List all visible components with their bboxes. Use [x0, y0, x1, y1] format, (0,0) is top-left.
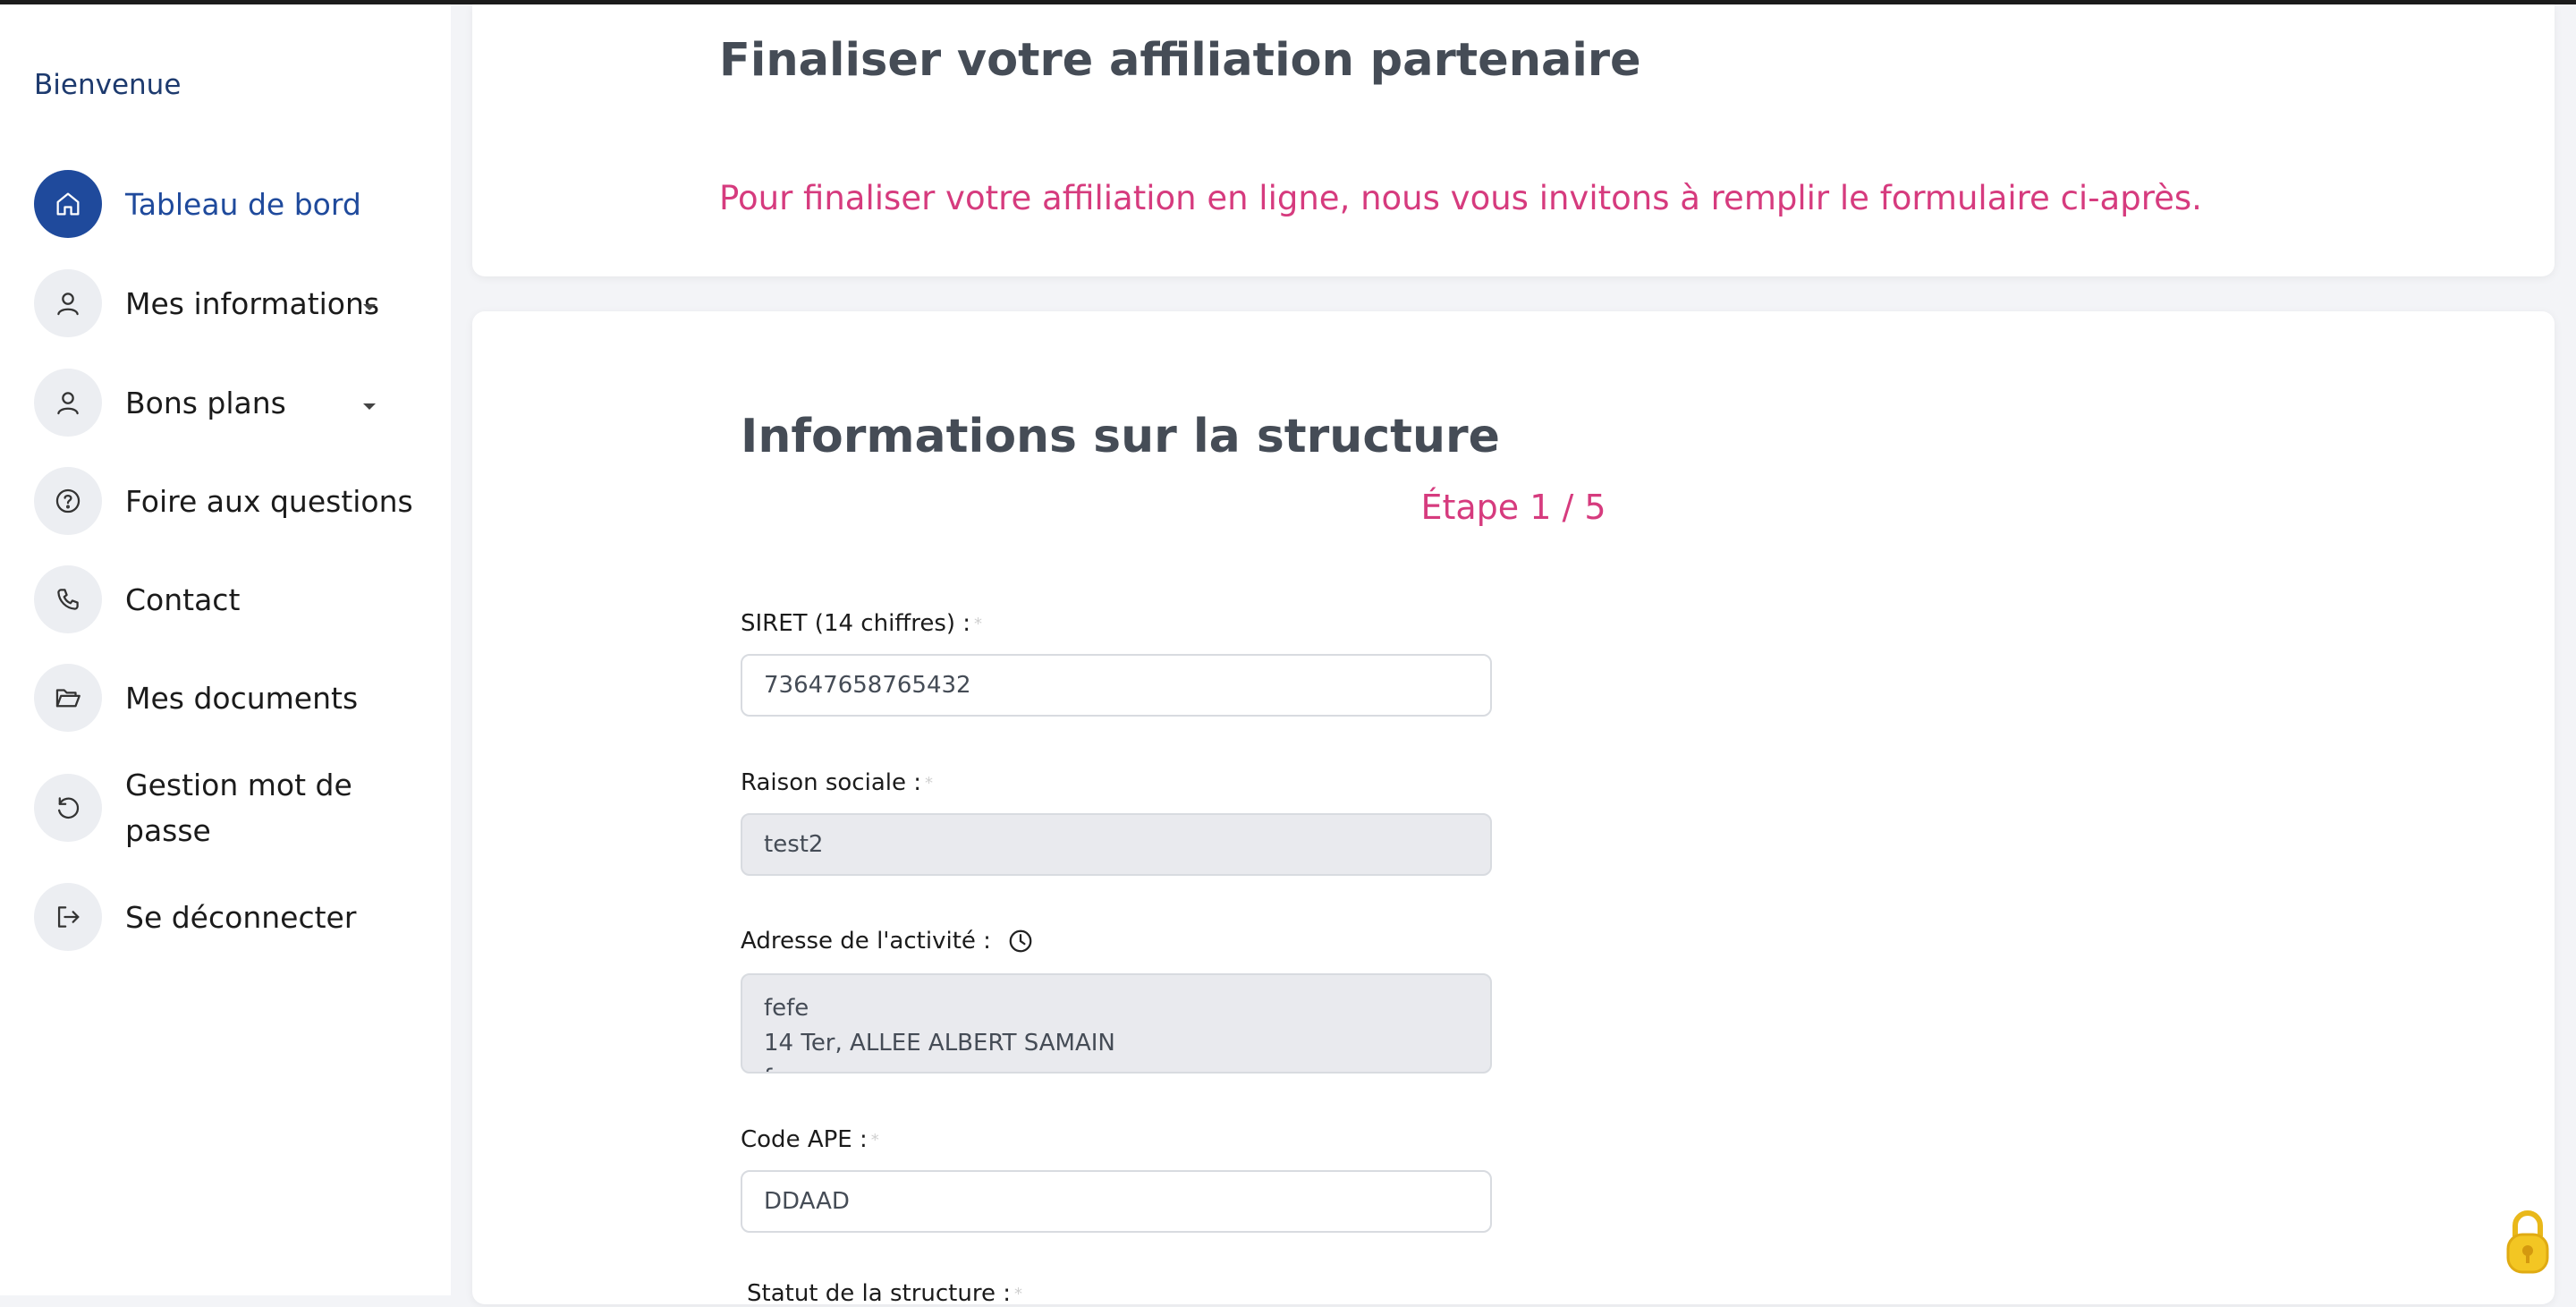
- lock-icon[interactable]: [2503, 1208, 2553, 1276]
- sidebar-item-dashboard[interactable]: Tableau de bord: [34, 170, 361, 238]
- page-title: Finaliser votre affiliation partenaire: [719, 34, 1641, 87]
- required-marker: *: [974, 614, 983, 633]
- user-icon: [34, 369, 102, 437]
- sidebar-item-good-deals[interactable]: Bons plans: [34, 369, 286, 437]
- field-label-text: Statut de la structure :: [747, 1280, 1011, 1307]
- raison-sociale-input[interactable]: [741, 813, 1492, 876]
- field-label-text: Raison sociale :: [741, 769, 921, 796]
- siret-label: SIRET (14 chiffres) : *: [741, 610, 982, 637]
- raison-sociale-label: Raison sociale : *: [741, 769, 933, 796]
- sidebar-item-my-documents[interactable]: Mes documents: [34, 664, 358, 732]
- siret-input[interactable]: [741, 654, 1492, 717]
- rotate-left-icon: [34, 774, 102, 842]
- sidebar-item-label: Gestion mot de passe: [125, 768, 352, 848]
- section-title: Informations sur la structure: [741, 410, 1500, 463]
- sidebar: Bienvenue Tableau de bord Mes informatio…: [0, 4, 451, 1295]
- sidebar-item-label: Mes documents: [125, 680, 359, 716]
- clock-icon[interactable]: [1007, 928, 1034, 955]
- sidebar-item-contact[interactable]: Contact: [34, 565, 240, 633]
- sidebar-item-label: Mes informations: [125, 285, 380, 321]
- sidebar-item-label: Se déconnecter: [125, 899, 357, 935]
- required-marker: *: [870, 1130, 879, 1150]
- sidebar-item-password[interactable]: Gestion mot de passe: [34, 762, 394, 853]
- welcome-text: Bienvenue: [34, 69, 182, 101]
- code-ape-label: Code APE : *: [741, 1126, 879, 1153]
- field-label-text: Code APE :: [741, 1126, 868, 1153]
- sidebar-item-my-information[interactable]: Mes informations: [34, 269, 379, 337]
- step-indicator: Étape 1 / 5: [1420, 488, 1606, 527]
- sidebar-item-logout[interactable]: Se déconnecter: [34, 883, 356, 951]
- chevron-down-icon[interactable]: [363, 403, 376, 410]
- code-ape-input[interactable]: [741, 1170, 1492, 1233]
- logout-icon: [34, 883, 102, 951]
- intro-text: Pour finaliser votre affiliation en lign…: [719, 179, 2202, 217]
- required-marker: *: [925, 773, 933, 793]
- home-icon: [34, 170, 102, 238]
- sidebar-item-label: Contact: [125, 581, 241, 617]
- user-icon: [34, 269, 102, 337]
- field-label-text: Adresse de l'activité :: [741, 928, 991, 955]
- sidebar-item-label: Bons plans: [125, 385, 286, 420]
- folder-open-icon: [34, 664, 102, 732]
- address-label: Adresse de l'activité :: [741, 928, 1034, 955]
- phone-icon: [34, 565, 102, 633]
- statut-label: Statut de la structure : *: [747, 1280, 1022, 1307]
- required-marker: *: [1013, 1284, 1022, 1303]
- sidebar-item-label: Tableau de bord: [125, 186, 361, 222]
- field-label-text: SIRET (14 chiffres) :: [741, 610, 971, 637]
- chevron-down-icon[interactable]: [363, 304, 376, 310]
- address-textarea[interactable]: fefe 14 Ter, ALLEE ALBERT SAMAIN fe: [741, 973, 1492, 1074]
